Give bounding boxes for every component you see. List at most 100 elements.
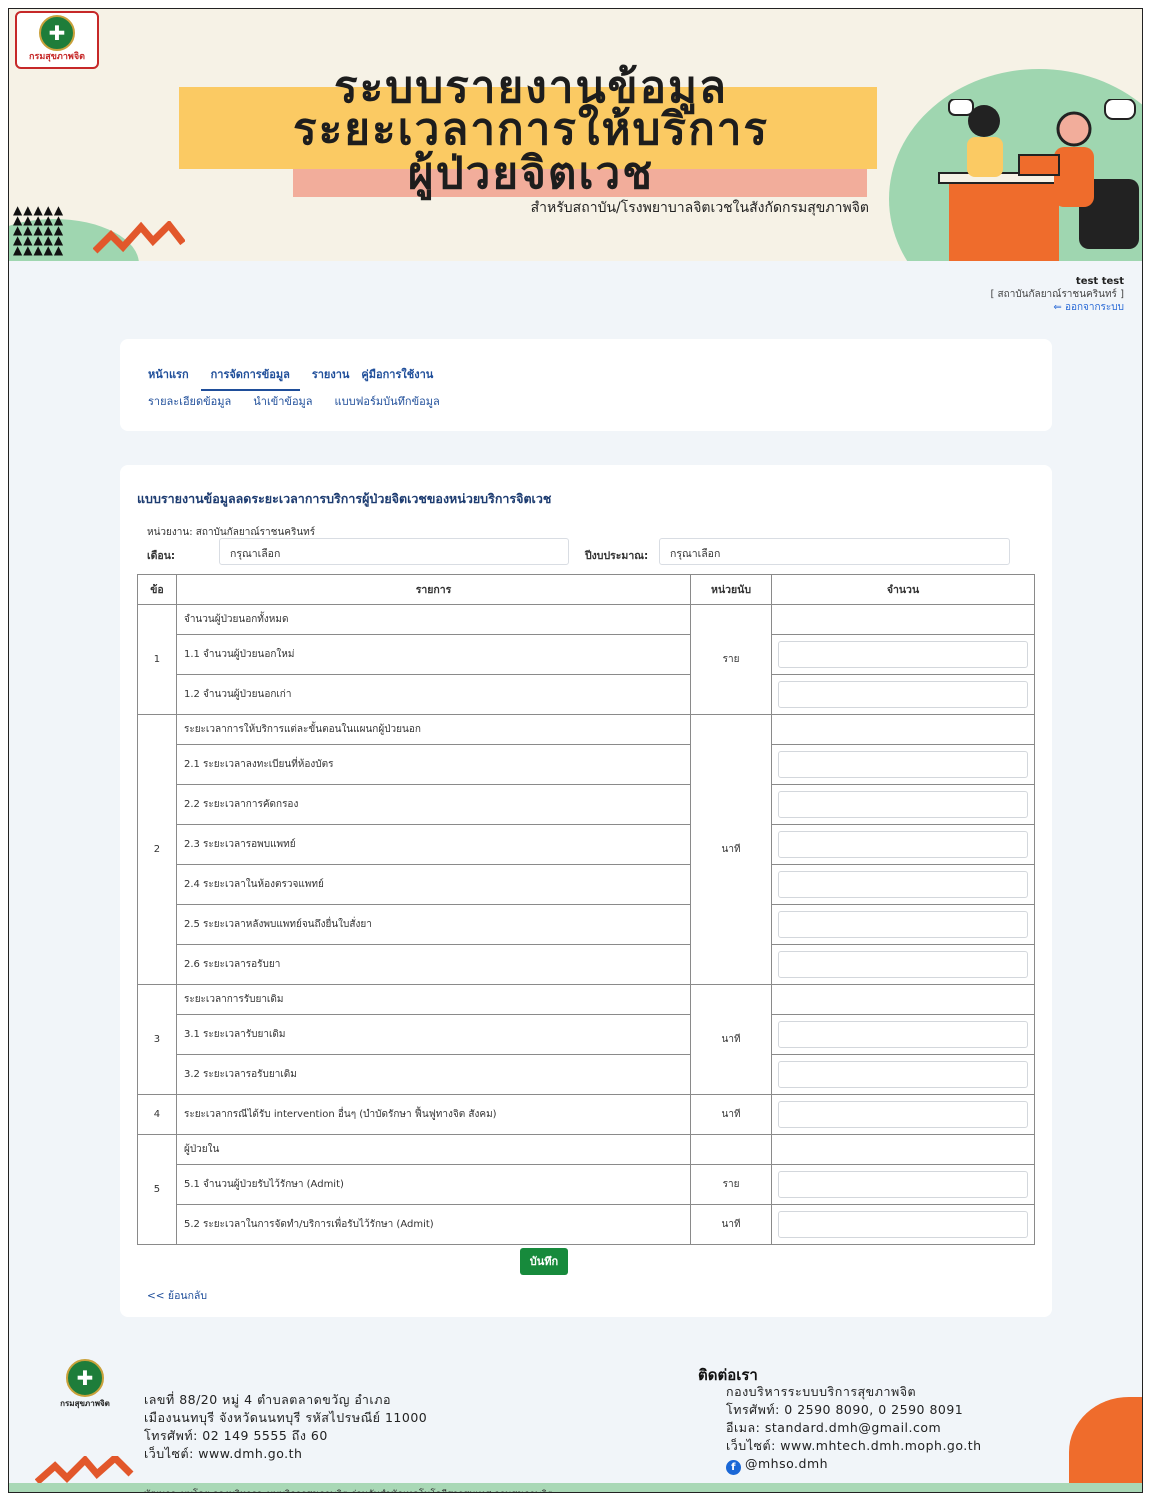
facebook-link[interactable]: f @mhso.dmh [726,1455,982,1475]
row-number: 3 [137,984,177,1095]
table-row: 2.1 ระยะเวลาลงทะเบียนที่ห้องบัตร [138,744,1036,785]
row-label: 5.1 จำนวนผู้ป่วยรับไว้รักษา (Admit) [175,1164,692,1205]
footer-logo-text: กรมสุขภาพจิต [60,1399,110,1408]
table-row: 1 จำนวนผู้ป่วยนอกทั้งหมด ราย [137,604,1036,715]
row-label: 2.6 ระยะเวลารอรับยา [175,944,692,985]
save-button[interactable]: บันทึก [520,1248,568,1275]
emblem-icon: ✚ [39,15,75,51]
empty-cell [690,1134,772,1165]
group-title: ระยะเวลาการให้บริการแต่ละขั้นตอนในแผนกผู… [175,714,692,745]
row-label: 2.1 ระยะเวลาลงทะเบียนที่ห้องบัตร [175,744,692,785]
table-row: 5 ผู้ป่วยใน [137,1134,1036,1245]
zigzag-decoration-icon [35,1456,134,1485]
back-link[interactable]: << ย้อนกลับ [147,1287,207,1304]
main-nav: หน้าแรก การจัดการข้อมูล รายงาน คู่มือการ… [148,363,433,391]
month-label: เดือน: [147,550,176,562]
logout-link[interactable]: ⇐ ออกจากระบบ [990,301,1124,314]
quantity-input[interactable] [777,641,1028,668]
table-row: 2.3 ระยะเวลารอพบแพทย์ [138,824,1036,865]
logout-label: ออกจากระบบ [1064,302,1124,313]
dmh-logo[interactable]: ✚ กรมสุขภาพจิต [15,11,99,69]
user-org: [ สถาบันกัลยาณ์ราชนครินทร์ ] [990,289,1124,300]
quantity-input[interactable] [777,911,1028,938]
row-unit: นาที [690,1094,772,1135]
quantity-input[interactable] [777,1211,1028,1238]
quantity-cell [770,634,1036,675]
row-label: 3.2 ระยะเวลารอรับยาเดิม [175,1054,692,1095]
nav-card: หน้าแรก การจัดการข้อมูล รายงาน คู่มือการ… [120,339,1052,431]
row-label: 1.2 จำนวนผู้ป่วยนอกเก่า [175,674,692,715]
col-header-item: รายการ [175,574,692,605]
table-row: 5.2 ระยะเวลาในการจัดทำ/บริการเพื่อรับไว้… [138,1204,1036,1245]
row-number: 4 [137,1094,177,1135]
consultation-illustration-icon [938,99,1139,261]
empty-cell [770,984,1036,1015]
nav-manual[interactable]: คู่มือการใช้งาน [361,363,433,391]
emblem-icon: ✚ [66,1359,104,1397]
form-title: แบบรายงานข้อมูลลดระยะเวลาการบริการผู้ป่ว… [137,491,552,506]
table-row: 2.2 ระยะเวลาการคัดกรอง [138,784,1036,825]
quantity-input[interactable] [777,751,1028,778]
subnav-import-data[interactable]: นำเข้าข้อมูล [253,392,312,410]
quantity-input[interactable] [777,951,1028,978]
quantity-input[interactable] [777,871,1028,898]
row-number: 1 [137,604,177,715]
quantity-cell [770,1204,1036,1245]
row-unit: นาที [690,984,772,1095]
contact-org: กองบริหารระบบบริการสุขภาพจิต [726,1384,917,1399]
row-number: 5 [137,1134,177,1245]
table-row: 2.6 ระยะเวลารอรับยา [138,944,1036,985]
month-select[interactable]: กรุณาเลือก [219,538,569,565]
footer: ✚ กรมสุขภาพจิต เลขที่ 88/20 หมู่ 4 ตำบลต… [9,1345,1142,1492]
quantity-cell [770,744,1036,785]
col-header-unit: หน่วยนับ [690,574,772,605]
zigzag-decoration-icon [93,221,185,254]
contact-website: เว็บไซต์: www.mhtech.dmh.moph.go.th [726,1438,982,1453]
empty-cell [770,714,1036,745]
nav-home[interactable]: หน้าแรก [148,363,189,391]
col-header-quantity: จำนวน [770,574,1036,605]
quantity-input[interactable] [777,831,1028,858]
quantity-input[interactable] [777,1171,1028,1198]
table-row: 1.2 จำนวนผู้ป่วยนอกเก่า [138,674,1036,715]
table-row: 5.1 จำนวนผู้ป่วยรับไว้รักษา (Admit) ราย [138,1164,1036,1205]
address-website: เว็บไซต์: www.dmh.go.th [144,1446,303,1461]
quantity-input[interactable] [777,791,1028,818]
row-label: 2.3 ระยะเวลารอพบแพทย์ [175,824,692,865]
sub-nav: รายละเอียดข้อมูล นำเข้าข้อมูล แบบฟอร์มบั… [148,392,440,410]
quantity-cell [770,1014,1036,1055]
subnav-entry-form[interactable]: แบบฟอร์มบันทึกข้อมูล [335,392,440,410]
quantity-cell [770,824,1036,865]
table-row: 3.2 ระยะเวลารอรับยาเดิม [138,1054,1036,1095]
fiscal-year-select[interactable]: กรุณาเลือก [659,538,1010,565]
quantity-input[interactable] [777,1061,1028,1088]
quantity-cell [770,864,1036,905]
quantity-cell [770,674,1036,715]
header-banner: ✚ กรมสุขภาพจิต ระบบรายงานข้อมูล ระยะเวลา… [9,9,1142,261]
footer-credit-bar: พัฒนาระบบโดย กองบริหารระบบบริการสุขภาพจิ… [9,1483,1142,1492]
address-line: เมืองนนทบุรี จังหวัดนนทบุรี รหัสไปรษณีย์… [144,1410,428,1425]
table-header-row: ข้อ รายการ หน่วยนับ จำนวน [137,574,1036,605]
group-title: ระยะเวลาการรับยาเดิม [175,984,692,1015]
table-row: 2 ระยะเวลาการให้บริการแต่ละขั้นตอนในแผนก… [137,714,1036,985]
quantity-input[interactable] [777,1101,1028,1128]
facebook-icon: f [726,1460,741,1475]
logout-icon: ⇐ [1053,302,1065,313]
subnav-data-details[interactable]: รายละเอียดข้อมูล [148,392,231,410]
row-label: 2.5 ระยะเวลาหลังพบแพทย์จนถึงยื่นใบสั่งยา [175,904,692,945]
logo-text: กรมสุขภาพจิต [29,52,85,62]
footer-address: เลขที่ 88/20 หมู่ 4 ตำบลตลาดขวัญ อำเภอ เ… [144,1391,427,1463]
address-line: เลขที่ 88/20 หมู่ 4 ตำบลตลาดขวัญ อำเภอ [144,1392,391,1407]
nav-report[interactable]: รายงาน [312,363,350,391]
row-unit: นาที [690,1204,772,1245]
nav-data-management[interactable]: การจัดการข้อมูล [200,363,300,391]
quantity-input[interactable] [777,681,1028,708]
quantity-input[interactable] [777,1021,1028,1048]
row-number: 2 [137,714,177,985]
col-header-no: ข้อ [137,574,177,605]
row-unit: ราย [690,1164,772,1205]
contact-email: อีเมล: standard.dmh@gmail.com [726,1420,942,1435]
triangle-pattern-icon: ▲▲▲▲▲ ▲▲▲▲▲ ▲▲▲▲▲ ▲▲▲▲▲ ▲▲▲▲▲ [13,203,65,257]
row-label: 1.1 จำนวนผู้ป่วยนอกใหม่ [175,634,692,675]
quantity-cell [770,784,1036,825]
